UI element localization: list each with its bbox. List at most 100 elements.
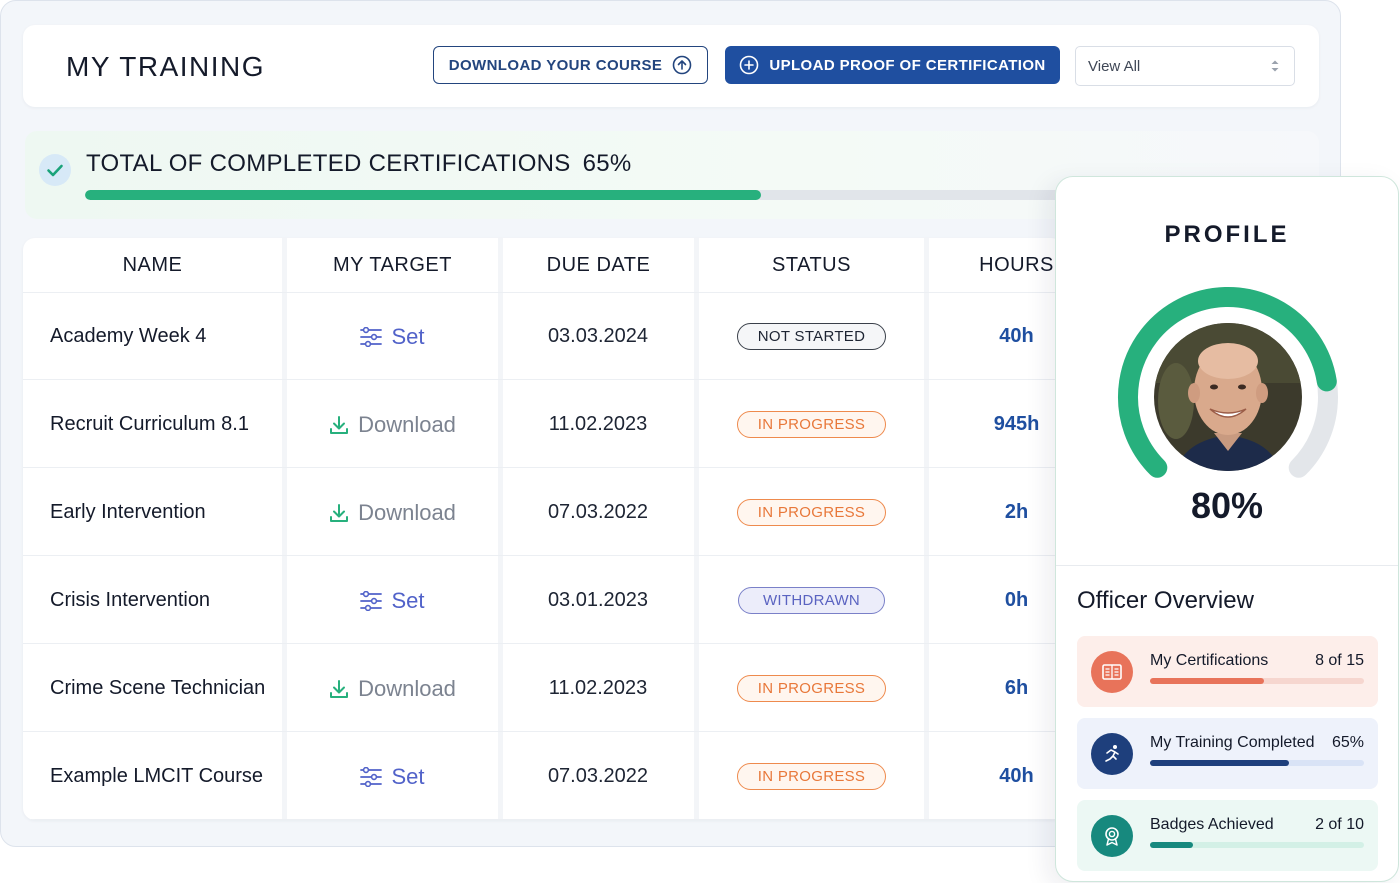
table-row[interactable]: Crisis Intervention Set 03.01.2023 WITHDRAW… <box>23 557 1063 644</box>
course-name: Crime Scene Technician <box>50 677 266 699</box>
target-label: Set <box>391 587 425 613</box>
book-icon <box>1091 651 1133 693</box>
status-cell: IN PROGRESS <box>699 733 924 820</box>
column-header-target[interactable]: MY TARGET <box>287 238 498 293</box>
hours-value: 40h <box>999 765 1034 787</box>
target-label: Download <box>358 499 456 525</box>
progress-percent: 65% <box>582 150 632 177</box>
course-name: Early Intervention <box>50 501 206 523</box>
column-header-status[interactable]: STATUS <box>699 238 924 293</box>
hours-value: 2h <box>1004 501 1029 523</box>
download-button[interactable]: Download <box>287 381 497 468</box>
download-icon <box>328 414 350 436</box>
due-date: 07.03.2022 <box>547 501 649 523</box>
stat-bar <box>1150 678 1364 684</box>
course-name: Recruit Curriculum 8.1 <box>50 413 249 435</box>
due-date: 11.02.2023 <box>548 413 648 435</box>
runner-icon <box>1091 733 1133 775</box>
stat-value: 8 of 15 <box>1315 652 1364 669</box>
progress-title: TOTAL OF COMPLETED CERTIFICATIONS 65% <box>86 150 632 178</box>
column-header-name[interactable]: NAME <box>23 238 282 293</box>
hours-value: 0h <box>1004 589 1029 611</box>
training-table: NAME MY TARGET DUE DATE STATUS HOURS Aca… <box>23 238 1063 820</box>
status-badge: IN PROGRESS <box>736 675 887 702</box>
header-bar: MY TRAINING DOWNLOAD YOUR COURSE UPLOAD … <box>23 25 1319 107</box>
status-badge: IN PROGRESS <box>736 411 887 438</box>
status-badge: IN PROGRESS <box>736 763 887 790</box>
stat-label: My Training Completed <box>1150 734 1315 751</box>
stat-bar <box>1150 842 1364 848</box>
target-label: Download <box>358 675 456 701</box>
course-name: Example LMCIT Course <box>50 765 264 787</box>
progress-fill <box>85 190 761 200</box>
set-target-button[interactable]: Set <box>287 733 497 820</box>
due-date: 03.03.2024 <box>547 325 649 347</box>
table-row[interactable]: Early Intervention Download 07.03.2022 IN P… <box>23 469 1063 556</box>
stat-label: My Certifications <box>1150 652 1269 669</box>
status-badge: IN PROGRESS <box>736 499 887 526</box>
hours-value: 945h <box>993 413 1040 435</box>
table-row[interactable]: Academy Week 4 Set 03.03.2024 NOT STARTED 40… <box>23 293 1063 380</box>
due-date: 11.02.2023 <box>548 677 648 699</box>
page-title: MY TRAINING <box>66 51 266 82</box>
due-date: 03.01.2023 <box>547 589 649 611</box>
profile-progress-ring <box>1118 287 1338 478</box>
set-target-button[interactable]: Set <box>287 293 497 380</box>
column-header-hours[interactable]: HOURS <box>929 238 1063 293</box>
status-badge: WITHDRAWN <box>738 587 885 614</box>
stat-bar-fill <box>1150 760 1290 766</box>
upload-certification-label: UPLOAD PROOF OF CERTIFICATION <box>769 56 1046 74</box>
sliders-icon <box>359 326 383 347</box>
download-course-label: DOWNLOAD YOUR COURSE <box>448 56 663 74</box>
stat-value: 2 of 10 <box>1315 816 1364 833</box>
overview-stat[interactable]: My Certifications 8 of 15 <box>1077 636 1378 707</box>
status-cell: WITHDRAWN <box>699 557 924 644</box>
profile-title: PROFILE <box>1164 221 1290 248</box>
stat-value: 65% <box>1331 734 1364 751</box>
set-target-button[interactable]: Set <box>287 557 497 644</box>
plus-circle-icon <box>740 55 759 75</box>
upload-certification-button[interactable]: UPLOAD PROOF OF CERTIFICATION <box>725 46 1060 84</box>
status-cell: NOT STARTED <box>699 293 924 380</box>
table-row[interactable]: Example LMCIT Course Set 07.03.2022 IN PROG… <box>23 733 1063 820</box>
select-arrows-icon <box>1271 60 1279 72</box>
avatar <box>1154 323 1302 471</box>
profile-card: PROFILE 80% Officer Overview My Certific… <box>1055 176 1399 882</box>
upload-circle-icon <box>672 55 692 75</box>
stat-bar <box>1150 760 1364 766</box>
status-badge: NOT STARTED <box>736 323 887 350</box>
view-filter-select[interactable]: View All <box>1075 46 1295 86</box>
download-icon <box>328 678 350 700</box>
status-cell: IN PROGRESS <box>699 381 924 468</box>
hours-value: 6h <box>1004 677 1029 699</box>
view-filter-value: View All <box>1088 57 1141 75</box>
column-header-due-date[interactable]: DUE DATE <box>503 238 694 293</box>
stat-bar-fill <box>1150 842 1193 848</box>
status-cell: IN PROGRESS <box>699 645 924 732</box>
download-button[interactable]: Download <box>287 469 497 556</box>
status-cell: IN PROGRESS <box>699 469 924 556</box>
badge-icon <box>1091 815 1133 857</box>
overview-stat[interactable]: My Training Completed 65% <box>1077 718 1378 789</box>
progress-track <box>85 190 1125 200</box>
overview-stat[interactable]: Badges Achieved 2 of 10 <box>1077 800 1378 871</box>
target-label: Download <box>358 411 456 437</box>
progress-title-text: TOTAL OF COMPLETED CERTIFICATIONS <box>86 150 571 177</box>
course-name: Crisis Intervention <box>50 589 211 611</box>
profile-divider <box>1056 565 1398 566</box>
stat-label: Badges Achieved <box>1150 816 1274 833</box>
target-label: Set <box>391 323 425 349</box>
sliders-icon <box>359 766 383 787</box>
hours-value: 40h <box>999 325 1034 347</box>
profile-percent: 80% <box>1190 485 1264 526</box>
table-row[interactable]: Crime Scene Technician Download 11.02.2023… <box>23 645 1063 732</box>
sliders-icon <box>359 590 383 611</box>
download-button[interactable]: Download <box>287 645 497 732</box>
download-course-button[interactable]: DOWNLOAD YOUR COURSE <box>433 46 708 84</box>
target-label: Set <box>391 763 425 789</box>
table-row[interactable]: Recruit Curriculum 8.1 Download 11.02.2023… <box>23 381 1063 468</box>
download-icon <box>328 502 350 524</box>
table-header: NAME MY TARGET DUE DATE STATUS HOURS <box>23 238 1063 293</box>
stat-bar-fill <box>1150 678 1265 684</box>
check-circle-icon <box>39 154 71 186</box>
